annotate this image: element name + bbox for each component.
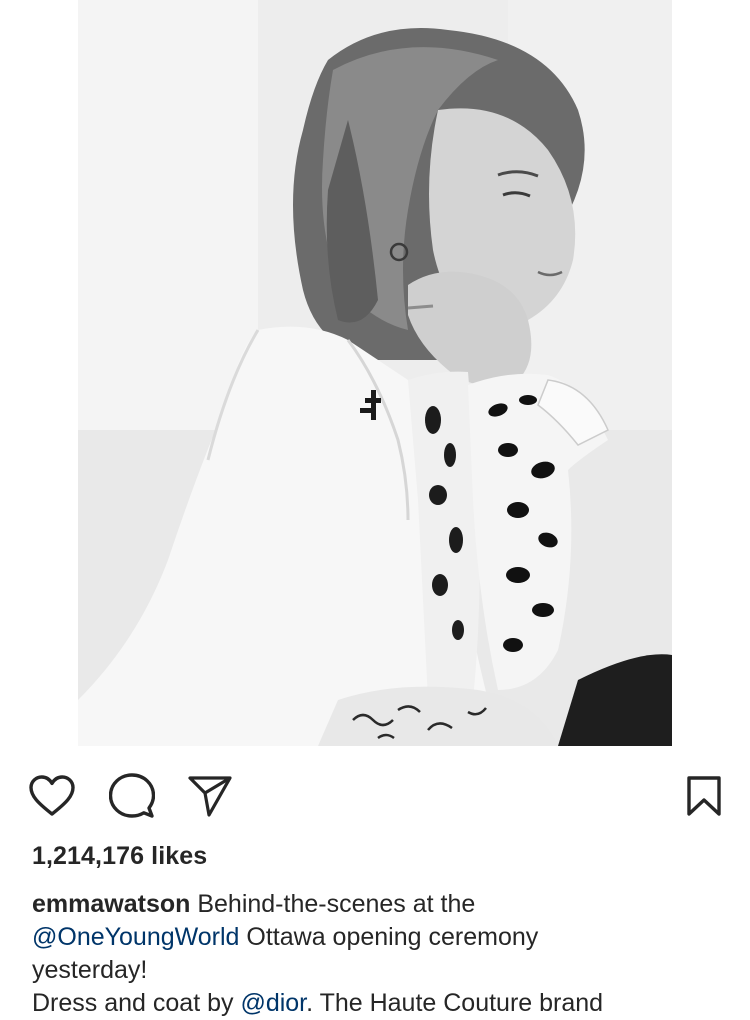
- post-media: [0, 0, 750, 748]
- caption-text: . The Haute Couture brand: [306, 989, 604, 1017]
- caption-line-3: yesterday!: [32, 954, 722, 987]
- caption-line-4: Dress and coat by @dior. The Haute Coutu…: [32, 987, 722, 1020]
- share-button[interactable]: [182, 766, 238, 826]
- bookmark-icon: [687, 776, 721, 816]
- mention-link[interactable]: @OneYoungWorld: [32, 923, 239, 951]
- caption-line-1: emmawatson Behind-the-scenes at the: [32, 888, 722, 921]
- caption-text: Behind-the-scenes at the: [190, 890, 476, 918]
- post-caption: emmawatson Behind-the-scenes at the @One…: [32, 888, 722, 1020]
- caption-text: yesterday!: [32, 956, 148, 984]
- save-button[interactable]: [676, 766, 732, 826]
- caption-text: Ottawa opening ceremony: [239, 923, 539, 951]
- instagram-post: 1,214,176 likes emmawatson Behind-the-sc…: [0, 0, 750, 1020]
- post-photo-illustration: [78, 0, 672, 746]
- paper-plane-icon: [188, 776, 232, 817]
- caption-username[interactable]: emmawatson: [32, 890, 190, 918]
- caption-line-2: @OneYoungWorld Ottawa opening ceremony: [32, 921, 722, 954]
- post-action-bar: [0, 766, 750, 826]
- post-photo[interactable]: [78, 0, 672, 746]
- heart-icon: [29, 775, 75, 816]
- caption-text: Dress and coat by: [32, 989, 241, 1017]
- comment-button[interactable]: [104, 766, 160, 826]
- mention-link[interactable]: @dior: [240, 989, 306, 1017]
- like-button[interactable]: [24, 766, 80, 826]
- likes-count[interactable]: 1,214,176 likes: [32, 842, 207, 871]
- speech-bubble-icon: [109, 773, 155, 818]
